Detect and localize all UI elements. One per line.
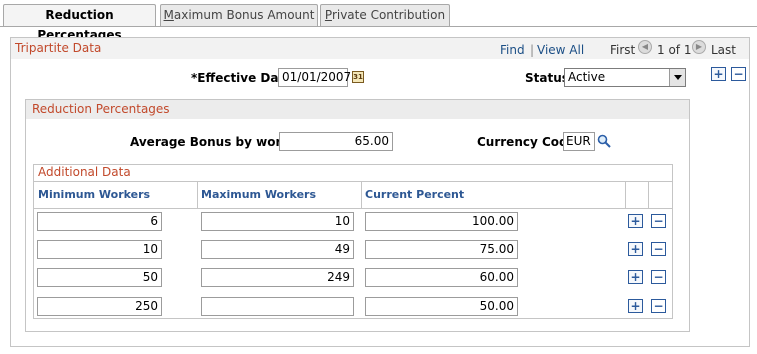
average-bonus-input[interactable]: 65.00 bbox=[279, 132, 393, 151]
tab-accelerator: M bbox=[163, 8, 174, 22]
first-label: First bbox=[610, 43, 636, 57]
reduction-header: Reduction Percentages bbox=[26, 100, 689, 119]
column-divider bbox=[361, 182, 362, 208]
column-header-minimum-workers: Minimum Workers bbox=[38, 188, 151, 201]
column-divider bbox=[197, 182, 198, 208]
maximum-workers-input[interactable]: 49 bbox=[201, 240, 354, 259]
current-percent-input[interactable]: 50.00 bbox=[365, 297, 518, 316]
currency-code-label: Currency Code bbox=[477, 135, 576, 149]
section-title: Tripartite Data bbox=[15, 41, 102, 55]
tab-accelerator: P bbox=[324, 8, 332, 22]
delete-row-icon[interactable]: − bbox=[651, 242, 666, 256]
currency-code-input[interactable]: EUR bbox=[563, 132, 595, 151]
add-row-icon[interactable]: + bbox=[628, 270, 643, 284]
reduction-title: Reduction Percentages bbox=[32, 102, 170, 116]
tab-maximum-bonus-amount[interactable]: Maximum Bonus Amount bbox=[160, 4, 318, 26]
tab-reduction-percentages[interactable]: Reduction Percentages bbox=[3, 4, 156, 42]
tab-private-contribution[interactable]: Private Contribution bbox=[320, 4, 450, 26]
add-row-icon[interactable]: + bbox=[628, 214, 643, 228]
nav-separator: | bbox=[530, 43, 535, 57]
maximum-workers-input[interactable]: 249 bbox=[201, 268, 354, 287]
chevron-down-icon[interactable] bbox=[669, 69, 685, 86]
minimum-workers-input[interactable]: 6 bbox=[37, 212, 162, 231]
add-row-icon[interactable]: + bbox=[628, 242, 643, 256]
delete-row-icon[interactable]: − bbox=[731, 67, 746, 81]
status-value: Active bbox=[568, 70, 606, 84]
next-icon[interactable]: ▶ bbox=[692, 40, 706, 54]
minimum-workers-input[interactable]: 250 bbox=[37, 297, 162, 316]
view-all-link[interactable]: View All bbox=[537, 43, 584, 57]
tab-divider bbox=[0, 26, 757, 27]
grid-title: Additional Data bbox=[38, 165, 131, 179]
status-select[interactable]: Active bbox=[564, 68, 686, 87]
average-bonus-label: Average Bonus by worker bbox=[130, 135, 304, 149]
delete-row-icon[interactable]: − bbox=[651, 270, 666, 284]
column-divider bbox=[625, 182, 626, 208]
status-label: Status bbox=[525, 71, 569, 85]
find-link[interactable]: Find bbox=[500, 43, 525, 57]
calendar-icon[interactable]: 31 bbox=[352, 71, 364, 83]
current-percent-input[interactable]: 100.00 bbox=[365, 212, 518, 231]
delete-row-icon[interactable]: − bbox=[651, 214, 666, 228]
minimum-workers-input[interactable]: 50 bbox=[37, 268, 162, 287]
add-row-icon[interactable]: + bbox=[711, 67, 726, 81]
current-percent-input[interactable]: 60.00 bbox=[365, 268, 518, 287]
search-icon[interactable] bbox=[597, 134, 611, 148]
column-header-maximum-workers: Maximum Workers bbox=[201, 188, 316, 201]
maximum-workers-input[interactable] bbox=[201, 297, 354, 316]
last-label: Last bbox=[711, 43, 736, 57]
delete-row-icon[interactable]: − bbox=[651, 299, 666, 313]
previous-icon[interactable]: ◀ bbox=[638, 40, 652, 54]
grid-header: Minimum Workers Maximum Workers Current … bbox=[34, 181, 672, 209]
minimum-workers-input[interactable]: 10 bbox=[37, 240, 162, 259]
tab-label: aximum Bonus Amount bbox=[173, 8, 315, 22]
effective-date-input[interactable]: 01/01/2007 bbox=[278, 68, 351, 87]
column-header-current-percent: Current Percent bbox=[365, 188, 465, 201]
current-percent-input[interactable]: 75.00 bbox=[365, 240, 518, 259]
row-count: 1 of 1 bbox=[657, 43, 692, 57]
maximum-workers-input[interactable]: 10 bbox=[201, 212, 354, 231]
tab-label: rivate Contribution bbox=[331, 8, 446, 22]
add-row-icon[interactable]: + bbox=[628, 299, 643, 313]
column-divider bbox=[648, 182, 649, 208]
section-header: Tripartite Data Find | View All First ◀ … bbox=[11, 38, 749, 59]
